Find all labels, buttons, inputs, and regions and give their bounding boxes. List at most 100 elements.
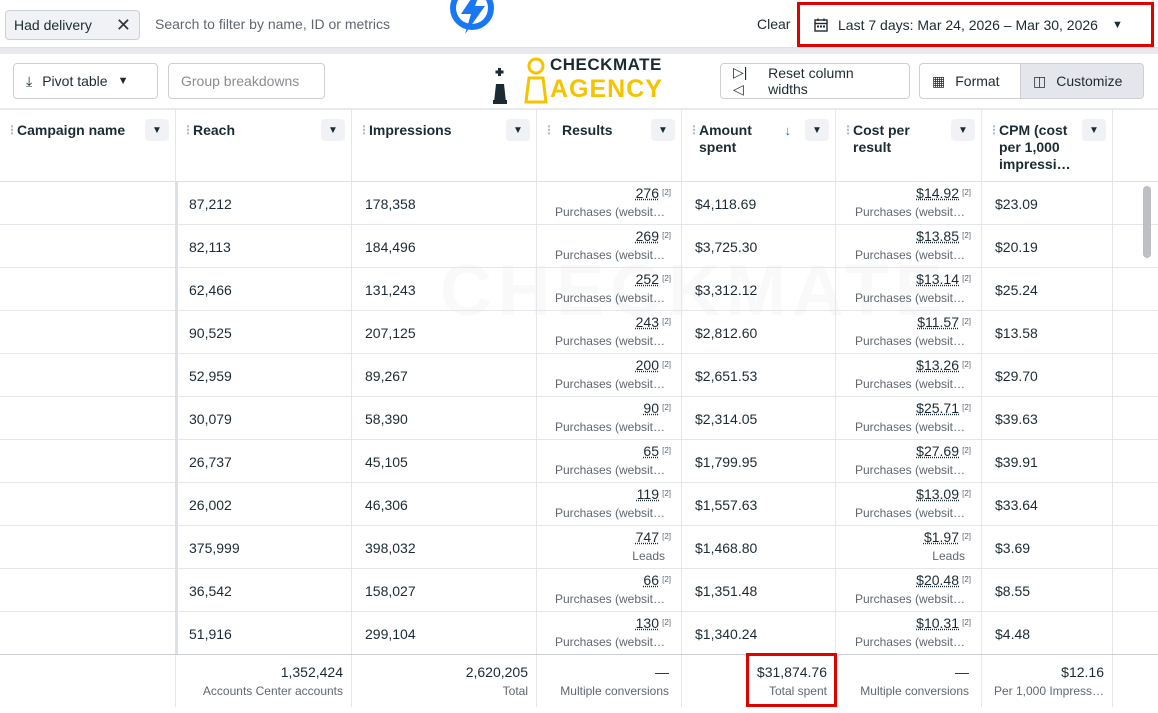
table-row[interactable]: 26,002 46,306 119 [2] Purchases (websit… $1,5…	[0, 483, 1158, 526]
col-label: Impressions	[369, 122, 452, 138]
chevron-down-icon[interactable]: ▼	[951, 119, 975, 141]
results-value[interactable]: 276	[636, 185, 659, 201]
cell-reach: 26,002	[176, 483, 352, 526]
table-row[interactable]: 82,113 184,496 269 [2] Purchases (websit… $3,…	[0, 225, 1158, 268]
footer-label: Total	[502, 684, 528, 698]
col-campaign-name[interactable]: ⋮ Campaign name ▼	[0, 110, 176, 182]
cpr-value[interactable]: $10.31	[916, 615, 959, 631]
cell-impressions: 158,027	[352, 569, 537, 612]
clear-button[interactable]: Clear	[757, 16, 790, 32]
amount-value: $1,799.95	[695, 454, 758, 470]
results-value[interactable]: 66	[643, 572, 659, 588]
table-row[interactable]: 36,542 158,027 66 [2] Purchases (websit… $1,3…	[0, 569, 1158, 612]
results-value[interactable]: 243	[636, 314, 659, 330]
had-delivery-chip[interactable]: Had delivery ✕	[5, 10, 140, 40]
footer-impressions: 2,620,205 Total	[352, 655, 537, 707]
col-amount-spent[interactable]: ⋮ Amount spent ↓ ▼	[682, 110, 836, 182]
chevron-down-icon[interactable]: ▼	[145, 119, 169, 141]
chevron-down-icon[interactable]: ▼	[805, 119, 829, 141]
cpm-value: $33.64	[995, 497, 1038, 513]
results-value[interactable]: 747	[636, 529, 659, 545]
drag-handle-icon[interactable]: ⋮	[182, 122, 194, 139]
panel-icon: ◫	[1033, 72, 1047, 89]
cpr-value[interactable]: $25.71	[916, 400, 959, 416]
col-cpm[interactable]: ⋮ CPM (cost per 1,000 impressi… ▼	[982, 110, 1113, 182]
customize-button[interactable]: ◫ Customize	[1020, 63, 1144, 99]
cpr-value[interactable]: $20.48	[916, 572, 959, 588]
table-row[interactable]: 51,916 299,104 130 [2] Purchases (websit… $1,…	[0, 612, 1158, 655]
date-range-picker[interactable]: Last 7 days: Mar 24, 2026 – Mar 30, 2026…	[797, 2, 1154, 47]
table-row[interactable]: 62,466 131,243 252 [2] Purchases (websit… $3,…	[0, 268, 1158, 311]
drag-handle-icon[interactable]: ⋮	[6, 122, 18, 139]
table-row[interactable]: 26,737 45,105 65 [2] Purchases (websit… $1,79…	[0, 440, 1158, 483]
cell-cpm: $33.64	[982, 483, 1113, 526]
drag-handle-icon[interactable]: ⋮	[358, 122, 370, 139]
cpr-value[interactable]: $14.92	[916, 185, 959, 201]
results-type: Purchases (websit…	[554, 377, 665, 391]
reach-value: 26,002	[189, 497, 232, 513]
footnote-marker: [2]	[662, 618, 671, 627]
date-range-label: Last 7 days: Mar 24, 2026 – Mar 30, 2026	[838, 16, 1098, 33]
results-type: Purchases (websit…	[554, 635, 665, 649]
reach-value: 52,959	[189, 368, 232, 384]
cpr-value[interactable]: $13.14	[916, 271, 959, 287]
pivot-table-button[interactable]: ⤓ Pivot table ▼	[13, 63, 158, 99]
chevron-down-icon[interactable]: ▼	[321, 119, 345, 141]
cell-campaign	[0, 440, 176, 483]
results-value[interactable]: 130	[636, 615, 659, 631]
cpr-value[interactable]: $1.97	[924, 529, 959, 545]
col-results[interactable]: ⋮ Results ▼	[537, 110, 682, 182]
drag-handle-icon[interactable]: ⋮	[988, 122, 1000, 139]
sort-descending-icon[interactable]: ↓	[785, 122, 792, 139]
results-value[interactable]: 252	[636, 271, 659, 287]
cpr-value[interactable]: $27.69	[916, 443, 959, 459]
cell-results: 243 [2] Purchases (websit…	[537, 311, 682, 354]
table-row[interactable]: 90,525 207,125 243 [2] Purchases (websit… $2,…	[0, 311, 1158, 354]
results-value[interactable]: 119	[637, 486, 659, 502]
col-reach[interactable]: ⋮ Reach ▼	[176, 110, 352, 182]
table-row[interactable]: 375,999 398,032 747 [2] Leads $1,468.80 $1.97[…	[0, 526, 1158, 569]
table-row[interactable]: 87,212 178,358 276 [2] Purchases (websit… $4,…	[0, 182, 1158, 225]
format-button[interactable]: ▦ Format	[919, 63, 1021, 99]
close-icon[interactable]: ✕	[116, 16, 131, 34]
group-breakdowns-button[interactable]: Group breakdowns	[168, 63, 325, 99]
cell-cpr: $14.92 [2] Purchases (websit…	[836, 182, 982, 225]
cpr-value[interactable]: $11.57	[917, 314, 959, 330]
chevron-down-icon[interactable]: ▼	[1082, 119, 1106, 141]
chevron-down-icon[interactable]: ▼	[506, 119, 530, 141]
column-resize-icon: ▷|◁	[733, 64, 748, 97]
cell-results: 747 [2] Leads	[537, 526, 682, 569]
vertical-scrollbar[interactable]	[1143, 186, 1151, 258]
results-value[interactable]: 269	[636, 228, 659, 244]
footnote-marker: [2]	[662, 274, 671, 283]
drag-handle-icon[interactable]: ⋮	[688, 122, 700, 139]
footnote-marker: [2]	[962, 532, 971, 541]
cell-campaign	[0, 354, 176, 397]
search-input[interactable]: Search to filter by name, ID or metrics	[155, 16, 390, 32]
table-row[interactable]: 30,079 58,390 90 [2] Purchases (websit… $2,31…	[0, 397, 1158, 440]
chevron-down-icon[interactable]: ▼	[651, 119, 675, 141]
results-value[interactable]: 200	[636, 357, 659, 373]
col-label: Results	[562, 122, 613, 138]
cpr-value[interactable]: $13.85	[916, 228, 959, 244]
col-impressions[interactable]: ⋮ Impressions ▼	[352, 110, 537, 182]
results-value[interactable]: 65	[643, 443, 659, 459]
col-cost-per-result[interactable]: ⋮ Cost per result ▼	[836, 110, 982, 182]
drag-handle-icon[interactable]: ⋮	[842, 122, 854, 139]
reach-value: 30,079	[189, 411, 232, 427]
table-row[interactable]: 52,959 89,267 200 [2] Purchases (websit… $2,6…	[0, 354, 1158, 397]
impressions-value: 45,105	[365, 454, 408, 470]
frozen-column-divider[interactable]	[175, 182, 178, 654]
impressions-value: 58,390	[365, 411, 408, 427]
cell-cpm: $4.48	[982, 612, 1113, 655]
footnote-marker: [2]	[962, 317, 971, 326]
impressions-value: 207,125	[365, 325, 416, 341]
drag-handle-icon[interactable]: ⋮	[543, 122, 555, 139]
results-value[interactable]: 90	[643, 400, 659, 416]
cpr-value[interactable]: $13.09	[916, 486, 959, 502]
footnote-marker: [2]	[962, 188, 971, 197]
cell-amount: $2,812.60	[682, 311, 836, 354]
footer-value: 2,620,205	[465, 664, 528, 680]
reset-column-widths-button[interactable]: ▷|◁ Reset column widths	[720, 63, 910, 99]
cpr-value[interactable]: $13.26	[916, 357, 959, 373]
